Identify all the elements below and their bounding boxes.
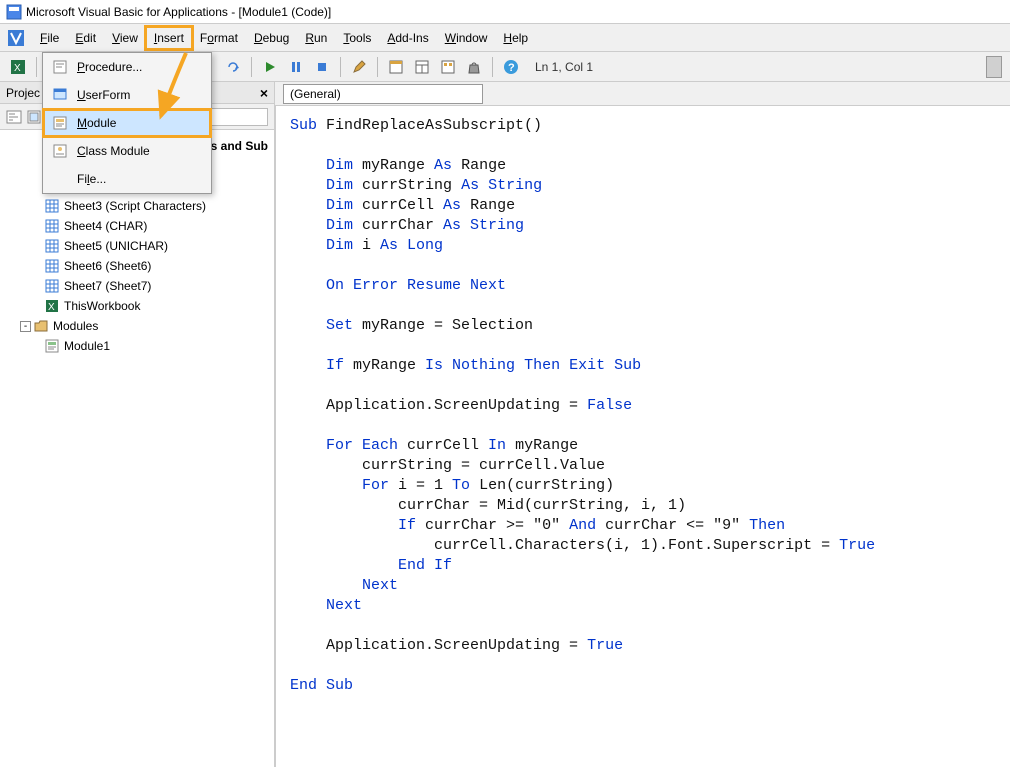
sheet-icon xyxy=(44,218,60,234)
excel-view-icon[interactable]: X xyxy=(8,57,28,77)
menu-file[interactable]: File xyxy=(32,27,67,49)
design-mode-icon[interactable] xyxy=(349,57,369,77)
insert-menu-module[interactable]: Module xyxy=(43,109,211,137)
tree-node-label: Sheet7 (Sheet7) xyxy=(64,279,151,293)
form-icon xyxy=(51,86,69,104)
object-combo-value: (General) xyxy=(290,87,341,101)
tree-node-sheet4-char[interactable]: Sheet4 (CHAR) xyxy=(4,216,270,236)
menu-view[interactable]: View xyxy=(104,27,146,49)
tree-node-sheet3-script-characters[interactable]: Sheet3 (Script Characters) xyxy=(4,196,270,216)
menu-insert[interactable]: Insert xyxy=(146,27,192,49)
code-header: (General) xyxy=(275,82,1010,106)
menu-debug[interactable]: Debug xyxy=(246,27,297,49)
dropdown-item-label: Module xyxy=(77,116,116,130)
insert-menu-class-module[interactable]: Class Module xyxy=(43,137,211,165)
view-code-icon[interactable] xyxy=(6,109,22,125)
tree-node-label: Modules xyxy=(53,319,98,333)
menu-edit[interactable]: Edit xyxy=(67,27,104,49)
dropdown-item-label: Class Module xyxy=(77,144,150,158)
module-icon xyxy=(51,114,69,132)
svg-text:?: ? xyxy=(508,62,515,74)
app-icon xyxy=(6,4,22,20)
stop-icon[interactable] xyxy=(312,57,332,77)
insert-menu-procedure[interactable]: Procedure... xyxy=(43,53,211,81)
tree-node-label: Sheet5 (UNICHAR) xyxy=(64,239,168,253)
svg-text:X: X xyxy=(14,63,21,74)
tree-node-modules[interactable]: -Modules xyxy=(4,316,270,336)
dropdown-item-label: File... xyxy=(77,172,106,186)
vba-icon xyxy=(6,28,26,48)
title-bar: Microsoft Visual Basic for Applications … xyxy=(0,0,1010,24)
menu-window[interactable]: Window xyxy=(437,27,496,49)
object-combo[interactable]: (General) xyxy=(283,84,483,104)
insert-menu-userform[interactable]: UserForm xyxy=(43,81,211,109)
insert-menu-dropdown: Procedure... UserForm Module Class Module Fi… xyxy=(42,52,212,194)
tree-node-label: Sheet6 (Sheet6) xyxy=(64,259,151,273)
project-explorer-icon[interactable] xyxy=(386,57,406,77)
dropdown-item-label: Procedure... xyxy=(77,60,142,74)
menu-format[interactable]: Format xyxy=(192,27,246,49)
code-pane[interactable]: Sub FindReplaceAsSubscript() Dim myRange… xyxy=(275,106,1010,767)
tree-node-module1[interactable]: Module1 xyxy=(4,336,270,356)
sheet-icon xyxy=(44,278,60,294)
help-icon[interactable]: ? xyxy=(501,57,521,77)
cursor-position: Ln 1, Col 1 xyxy=(535,60,980,74)
tree-node-sheet6-sheet6[interactable]: Sheet6 (Sheet6) xyxy=(4,256,270,276)
code-window: (General) Sub FindReplaceAsSubscript() D… xyxy=(275,82,1010,767)
properties-window-icon[interactable] xyxy=(412,57,432,77)
toolbox-icon[interactable] xyxy=(464,57,484,77)
tree-node-sheet7-sheet7[interactable]: Sheet7 (Sheet7) xyxy=(4,276,270,296)
tree-node-label: Sheet3 (Script Characters) xyxy=(64,199,206,213)
menu-bar: FileEditViewInsertFormatDebugRunToolsAdd… xyxy=(0,24,1010,52)
tree-node-label: ThisWorkbook xyxy=(64,299,140,313)
mod-icon xyxy=(44,338,60,354)
tree-node-thisworkbook[interactable]: X ThisWorkbook xyxy=(4,296,270,316)
proc-icon xyxy=(51,58,69,76)
window-title: Microsoft Visual Basic for Applications … xyxy=(26,5,331,19)
tree-node-label: Sheet4 (CHAR) xyxy=(64,219,147,233)
dropdown-item-label: UserForm xyxy=(77,88,130,102)
sheet-icon xyxy=(44,238,60,254)
pause-icon[interactable] xyxy=(286,57,306,77)
blank-icon xyxy=(51,170,69,188)
svg-text:X: X xyxy=(48,302,55,313)
sheet-icon xyxy=(44,198,60,214)
menu-add-ins[interactable]: Add-Ins xyxy=(379,27,436,49)
class-icon xyxy=(51,142,69,160)
insert-menu-file[interactable]: File... xyxy=(43,165,211,193)
project-panel-title: Projec xyxy=(6,86,40,100)
wb-icon: X xyxy=(44,298,60,314)
toolbar-end-marker xyxy=(986,56,1002,78)
tree-node-sheet5-unichar[interactable]: Sheet5 (UNICHAR) xyxy=(4,236,270,256)
folder-icon xyxy=(33,318,49,334)
menu-run[interactable]: Run xyxy=(297,27,335,49)
tree-node-label: Module1 xyxy=(64,339,110,353)
code-editor[interactable]: Sub FindReplaceAsSubscript() Dim myRange… xyxy=(290,116,1002,696)
tree-node-label: s and Sub xyxy=(211,139,268,153)
close-icon[interactable]: × xyxy=(260,85,268,101)
menu-tools[interactable]: Tools xyxy=(335,27,379,49)
run-icon[interactable] xyxy=(260,57,280,77)
redo-icon[interactable] xyxy=(223,57,243,77)
sheet-icon xyxy=(44,258,60,274)
menu-help[interactable]: Help xyxy=(495,27,536,49)
project-tree[interactable]: -s and SubSheet1 (Sheet1)Sheet2 (Equatio… xyxy=(0,130,274,767)
object-browser-icon[interactable] xyxy=(438,57,458,77)
view-object-icon[interactable] xyxy=(26,109,42,125)
